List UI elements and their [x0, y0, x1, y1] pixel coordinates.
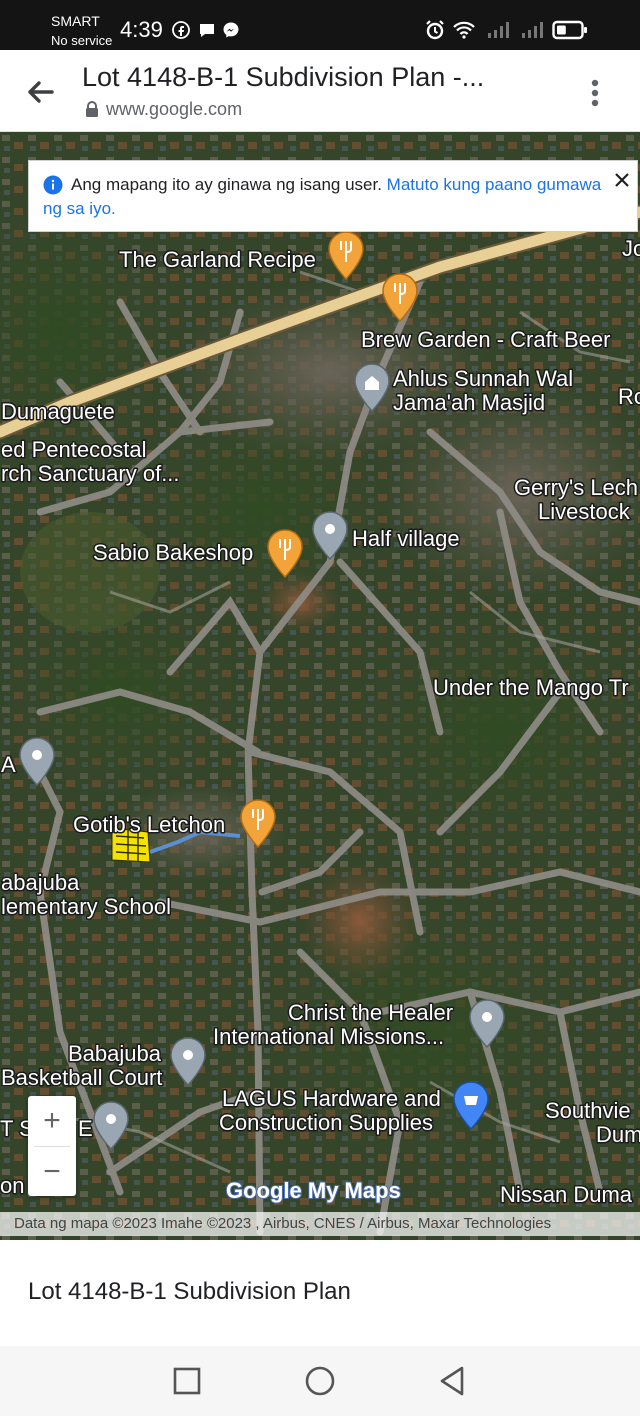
map-title: Lot 4148-B-1 Subdivision Plan	[28, 1278, 351, 1305]
satellite-map[interactable]: The Garland Recipe Brew Garden - Craft B…	[0, 132, 640, 1240]
map-label: Ro	[618, 384, 640, 409]
facebook-icon	[172, 20, 190, 40]
zoom-out-button[interactable]: −	[28, 1147, 76, 1196]
map-label: Dum	[596, 1122, 640, 1147]
carrier-name: SMART	[51, 13, 100, 29]
clock: 4:39	[120, 17, 163, 42]
map-label: Under the Mango Tr	[433, 675, 629, 700]
recents-button[interactable]	[170, 1364, 204, 1398]
map-label: abajuba	[1, 870, 80, 895]
map-label: Jama'ah Masjid	[393, 390, 545, 415]
more-options-icon[interactable]	[578, 76, 612, 110]
map-label: E	[78, 1116, 93, 1141]
back-arrow-icon[interactable]	[22, 74, 58, 110]
map-label: International Missions...	[213, 1024, 444, 1049]
map-label: Nissan Duma	[500, 1182, 633, 1207]
map-label: Ahlus Sunnah Wal	[393, 366, 573, 391]
map-label: Gerry's Lech	[514, 475, 638, 500]
map-label: lementary School	[1, 894, 171, 919]
map-label: Gotib's Letchon	[73, 812, 225, 837]
map-label: Construction Supplies	[219, 1110, 433, 1135]
service-status: No service	[51, 33, 113, 48]
page-url: www.google.com	[106, 99, 243, 119]
map-label: The Garland Recipe	[119, 247, 316, 272]
close-icon	[615, 173, 629, 187]
home-button[interactable]	[303, 1364, 337, 1398]
lock-icon	[84, 100, 100, 118]
map-label: LAGUS Hardware and	[222, 1086, 441, 1111]
browser-header: Lot 4148-B-1 Subdivision Plan -... www.g…	[0, 50, 640, 132]
map-view[interactable]: The Garland Recipe Brew Garden - Craft B…	[0, 132, 640, 1240]
user-map-notice: Ang mapang ito ay ginawa ng isang user. …	[28, 160, 638, 232]
bottom-sheet[interactable]: Lot 4148-B-1 Subdivision Plan	[0, 1240, 640, 1346]
navigation-bar	[0, 1346, 640, 1416]
battery-icon	[552, 20, 588, 40]
back-button[interactable]	[436, 1364, 470, 1398]
map-label: ed Pentecostal	[1, 437, 147, 462]
notice-text: Ang mapang ito ay ginawa ng isang user. …	[43, 173, 603, 221]
message-icon	[198, 20, 216, 40]
map-label: Southvie	[545, 1098, 631, 1123]
map-label: Basketball Court	[1, 1065, 162, 1090]
notice-message: Ang mapang ito ay ginawa ng isang user.	[71, 175, 382, 194]
close-notice-button[interactable]	[611, 169, 633, 191]
wifi-icon	[452, 20, 476, 40]
status-bar: SMART No service 4:39	[0, 0, 640, 50]
map-attribution: Data ng mapa ©2023 Imahe ©2023 , Airbus,…	[14, 1215, 552, 1232]
map-label: rch Sanctuary of...	[1, 461, 180, 486]
map-label: A	[1, 752, 16, 777]
map-label: Dumaguete	[1, 399, 115, 424]
map-label: Christ the Healer	[288, 1000, 453, 1025]
map-label: Babajuba	[68, 1041, 162, 1066]
zoom-control: + −	[28, 1096, 76, 1196]
map-label: Half village	[352, 526, 460, 551]
signal-icon-2	[520, 20, 544, 40]
map-label: Brew Garden - Craft Beer	[361, 327, 610, 352]
triangle-back-icon	[440, 1366, 464, 1396]
map-label: on	[0, 1173, 24, 1198]
messenger-icon	[222, 20, 240, 40]
signal-icon-1	[486, 20, 510, 40]
square-icon	[173, 1367, 201, 1395]
map-label: Jo	[622, 236, 640, 261]
attribution-bar: Data ng mapa ©2023 Imahe ©2023 , Airbus,…	[0, 1212, 640, 1236]
zoom-in-button[interactable]: +	[28, 1096, 76, 1146]
google-my-maps-logo: Google My Maps	[226, 1178, 401, 1203]
map-label: Livestock	[538, 499, 631, 524]
page-title: Lot 4148-B-1 Subdivision Plan -...	[82, 62, 485, 92]
circle-icon	[305, 1366, 335, 1396]
alarm-icon	[424, 20, 446, 40]
map-label: Sabio Bakeshop	[93, 540, 253, 565]
